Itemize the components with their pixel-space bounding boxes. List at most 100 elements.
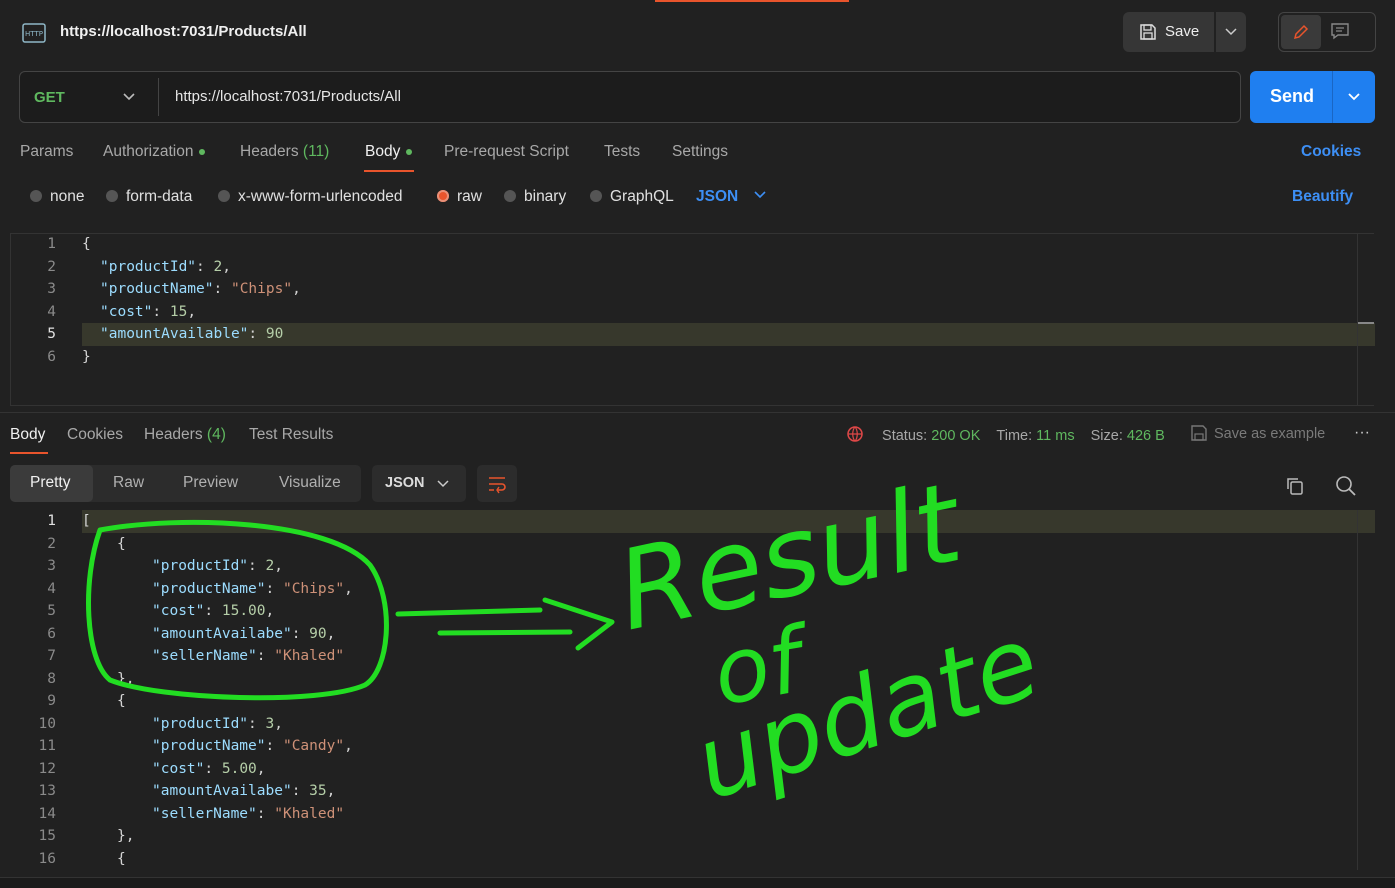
comment-icon [1331, 23, 1349, 40]
globe-error-icon[interactable] [846, 425, 866, 443]
radio-form-data[interactable]: form-data [106, 188, 192, 206]
line-number: 5 [47, 326, 56, 342]
save-label: Save [1165, 23, 1200, 40]
view-pretty[interactable]: Pretty [30, 474, 70, 492]
save-as-example-button[interactable]: Save as example [1190, 424, 1325, 442]
code-line: "amountAvailabe": 90, [152, 625, 336, 642]
response-code[interactable]: [ { "productId": 2, "productName": "Chip… [82, 510, 353, 870]
tab-tests[interactable]: Tests [604, 143, 640, 161]
resp-tab-test-results[interactable]: Test Results [249, 426, 333, 444]
divider [1332, 71, 1333, 123]
wrap-lines-button[interactable] [477, 465, 517, 502]
pencil-icon [1293, 24, 1309, 40]
view-preview[interactable]: Preview [183, 474, 238, 492]
radio-graphql[interactable]: GraphQL [590, 188, 674, 206]
resp-tab-cookies[interactable]: Cookies [67, 426, 123, 444]
code-line: "sellerName": "Khaled" [152, 805, 345, 822]
tab-label: Body [365, 143, 401, 160]
tab-authorization[interactable]: Authorization [103, 143, 206, 161]
view-raw[interactable]: Raw [113, 474, 144, 492]
status-bar [0, 877, 1395, 888]
chevron-down-icon[interactable] [122, 89, 136, 107]
code-line: "productName": "Candy", [152, 738, 353, 754]
code-line: "productId": 2, [100, 258, 231, 275]
format-label: JSON [696, 188, 739, 205]
line-number: 6 [47, 348, 56, 365]
request-tab-title[interactable]: https://localhost:7031/Products/All [60, 23, 307, 40]
more-options-icon[interactable]: ··· [1354, 424, 1370, 442]
radio-circle-selected [437, 190, 449, 202]
radio-label: x-www-form-urlencoded [238, 188, 403, 205]
code-line: "cost": 15, [100, 303, 197, 320]
pane-resize-handle[interactable] [0, 412, 1395, 413]
time-value[interactable]: 11 ms [1036, 428, 1074, 444]
request-code[interactable]: { "productId": 2, "productName": "Chips"… [82, 233, 301, 368]
line-number: 7 [47, 648, 56, 664]
method-select[interactable]: GET [34, 89, 65, 106]
radio-label: GraphQL [610, 188, 674, 205]
active-tab-underline [10, 452, 48, 454]
copy-icon[interactable] [1285, 476, 1305, 500]
tab-count: (11) [302, 143, 330, 160]
time-label: Time: [996, 428, 1033, 444]
chevron-down-icon [1348, 93, 1360, 101]
line-number: 3 [47, 558, 56, 574]
code-line: { [117, 535, 126, 552]
scrollbar-thumb[interactable] [1358, 322, 1374, 324]
resp-tab-body[interactable]: Body [10, 426, 45, 444]
raw-format-select[interactable]: JSON [696, 188, 767, 206]
tab-body[interactable]: Body [365, 143, 413, 161]
tab-label: Headers [144, 426, 203, 443]
line-number: 14 [38, 805, 56, 822]
beautify-link[interactable]: Beautify [1292, 188, 1353, 206]
response-line-numbers: 1 2 3 4 5 6 7 8 9 10 11 12 13 14 15 16 [10, 510, 56, 870]
scrollbar-track [1357, 233, 1358, 406]
tab-label: Authorization [103, 143, 194, 160]
format-label: JSON [385, 475, 425, 491]
radio-x-www-form-urlencoded[interactable]: x-www-form-urlencoded [218, 188, 403, 206]
status-value[interactable]: 200 OK [931, 428, 980, 444]
view-visualize[interactable]: Visualize [279, 474, 341, 492]
line-number: 5 [47, 603, 56, 619]
radio-raw[interactable]: raw [437, 188, 482, 206]
code-line: { [117, 850, 126, 867]
response-meta: Status: 200 OK Time: 11 ms Size: 426 B [846, 425, 1165, 444]
url-input[interactable]: https://localhost:7031/Products/All [175, 88, 401, 105]
cookies-link[interactable]: Cookies [1301, 143, 1361, 161]
line-number: 3 [47, 281, 56, 297]
code-line: "sellerName": "Khaled" [152, 648, 345, 664]
tab-settings[interactable]: Settings [672, 143, 728, 161]
search-icon[interactable] [1335, 475, 1357, 501]
radio-binary[interactable]: binary [504, 188, 566, 206]
edit-mode-button[interactable] [1281, 15, 1321, 49]
save-button[interactable]: Save [1123, 12, 1214, 52]
comments-button[interactable] [1330, 22, 1350, 44]
code-line: "amountAvailable": 90 [100, 326, 284, 342]
code-line: }, [117, 828, 135, 844]
save-options-button[interactable] [1216, 12, 1246, 52]
send-options-button[interactable] [1347, 89, 1361, 107]
code-line: "productName": "Chips", [100, 281, 301, 297]
line-number: 15 [38, 828, 56, 844]
tab-headers[interactable]: Headers (11) [240, 143, 329, 161]
response-format-select[interactable]: JSON [372, 465, 466, 502]
radio-none[interactable]: none [30, 188, 84, 206]
save-example-label: Save as example [1214, 426, 1326, 442]
line-number: 4 [47, 580, 56, 597]
annotation-text: update [681, 603, 1052, 823]
resp-tab-headers[interactable]: Headers (4) [144, 426, 226, 444]
line-number: 4 [47, 303, 56, 320]
tab-params[interactable]: Params [20, 143, 73, 161]
tab-pre-request-script[interactable]: Pre-request Script [444, 143, 569, 161]
size-label: Size: [1090, 428, 1123, 444]
http-icon: HTTP [20, 19, 48, 47]
radio-label: form-data [126, 188, 193, 205]
status-label: Status: [882, 428, 928, 444]
line-number: 13 [38, 783, 56, 799]
code-line: "productId": 2, [152, 558, 283, 574]
size-value[interactable]: 426 B [1127, 428, 1165, 444]
code-line: [ [82, 513, 91, 529]
scrollbar-track[interactable] [1357, 510, 1358, 870]
line-number: 8 [47, 670, 56, 687]
radio-circle [218, 190, 230, 202]
